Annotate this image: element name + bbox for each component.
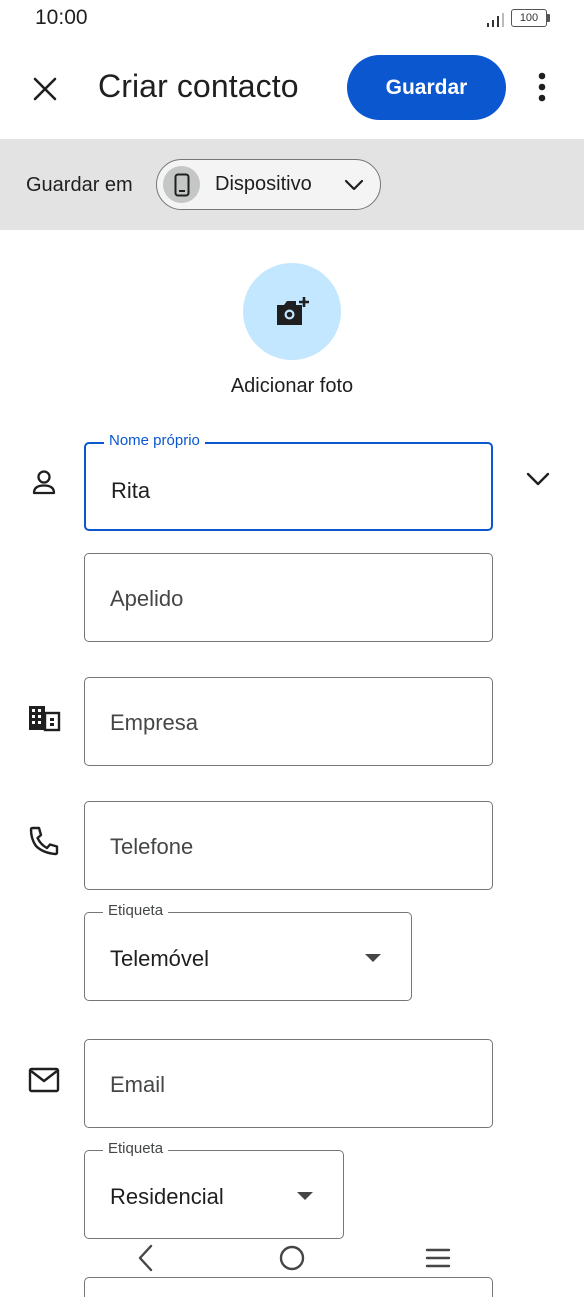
close-icon: [33, 77, 57, 101]
battery-level: 100: [519, 12, 539, 24]
save-location-bar: Guardar em Dispositivo: [0, 139, 584, 230]
signal-icon: [487, 13, 504, 27]
first-name-label: Nome próprio: [104, 432, 205, 450]
dropdown-arrow-icon: [297, 1192, 313, 1200]
phone-type-select[interactable]: Etiqueta Telemóvel: [84, 902, 412, 1001]
account-selector-chip[interactable]: Dispositivo: [156, 159, 381, 210]
email-type-value: Residencial: [110, 1184, 224, 1209]
close-button[interactable]: [24, 68, 66, 110]
back-icon: [138, 1244, 153, 1272]
save-button[interactable]: Guardar: [347, 55, 506, 120]
status-time: 10:00: [35, 6, 88, 29]
expand-name-button[interactable]: [521, 462, 555, 496]
email-icon: [27, 1063, 61, 1097]
phone-type-label: Etiqueta: [103, 902, 169, 920]
phone-placeholder: Telefone: [110, 834, 194, 859]
account-label: Dispositivo: [215, 173, 312, 195]
last-name-field[interactable]: Apelido: [84, 553, 493, 642]
last-name-placeholder: Apelido: [110, 586, 184, 611]
add-photo-label: Adicionar foto: [230, 375, 354, 397]
business-icon: [27, 701, 61, 735]
more-vert-icon: [538, 72, 546, 102]
add-photo-button[interactable]: [243, 263, 341, 360]
home-button[interactable]: [270, 1238, 314, 1278]
back-button[interactable]: [124, 1238, 168, 1278]
more-options-button[interactable]: [526, 66, 558, 108]
dropdown-arrow-icon: [365, 954, 381, 962]
phone-device-icon: [163, 166, 200, 203]
phone-icon: [27, 824, 61, 858]
company-placeholder: Empresa: [110, 710, 199, 735]
chevron-down-icon: [526, 472, 550, 486]
save-location-label: Guardar em: [26, 174, 133, 196]
person-icon: [27, 465, 61, 499]
chevron-down-icon: [344, 179, 364, 191]
page-title: Criar contacto: [98, 68, 299, 104]
phone-type-value: Telemóvel: [110, 946, 210, 971]
add-photo-icon: [277, 296, 309, 325]
email-type-select[interactable]: Etiqueta Residencial: [84, 1140, 344, 1239]
email-placeholder: Email: [110, 1072, 166, 1097]
top-app-bar: Criar contacto Guardar: [0, 40, 584, 136]
create-contact-screen: 10:00 100 Criar contacto Guardar Guardar…: [0, 0, 584, 1297]
menu-icon: [425, 1248, 451, 1268]
email-field[interactable]: Email: [84, 1039, 493, 1128]
first-name-value: Rita: [111, 478, 151, 503]
phone-field[interactable]: Telefone: [84, 801, 493, 890]
company-field[interactable]: Empresa: [84, 677, 493, 766]
first-name-field[interactable]: Nome próprio Rita: [84, 432, 493, 531]
email-type-label: Etiqueta: [103, 1140, 169, 1158]
battery-icon: 100: [511, 9, 547, 27]
recents-button[interactable]: [416, 1238, 460, 1278]
next-field-partial[interactable]: [84, 1277, 493, 1297]
battery-tip: [547, 14, 550, 22]
system-navigation-bar: [0, 1238, 584, 1278]
status-bar: 10:00 100: [0, 0, 584, 38]
home-icon: [279, 1245, 305, 1271]
